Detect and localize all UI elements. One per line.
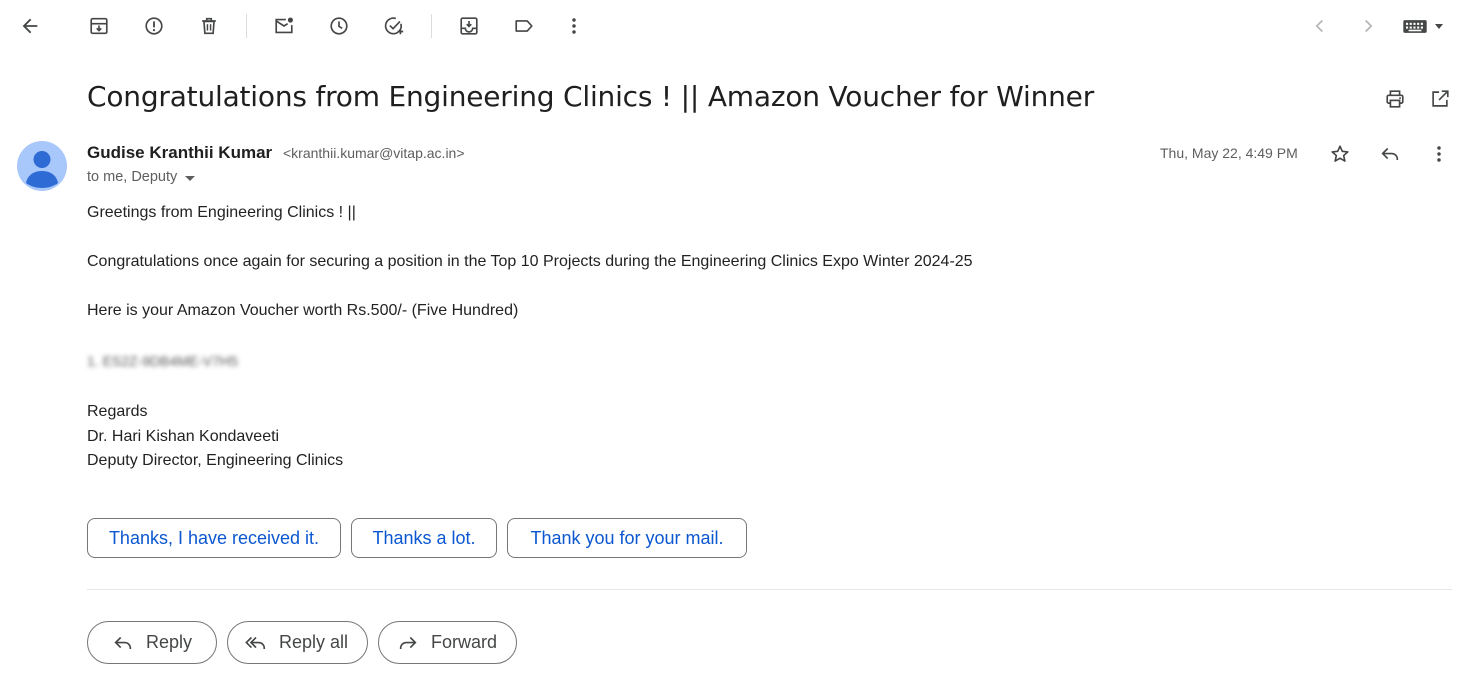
star-icon[interactable]	[1324, 138, 1356, 170]
more-vert-icon[interactable]	[1423, 138, 1455, 170]
forward-button[interactable]: Forward	[378, 621, 517, 664]
person-icon	[26, 151, 58, 188]
toolbar-divider	[246, 14, 247, 38]
chevron-left-icon[interactable]	[1304, 10, 1336, 42]
reply-icon	[114, 636, 132, 649]
chevron-down-icon	[185, 175, 196, 181]
archive-icon[interactable]	[83, 10, 115, 42]
smart-reply-3[interactable]: Thank you for your mail.	[507, 518, 747, 558]
recipients-dropdown[interactable]: to me, Deputy	[87, 169, 196, 185]
reply-label: Reply	[146, 632, 193, 652]
forward-label: Forward	[431, 632, 498, 652]
add-to-tasks-icon[interactable]	[378, 10, 410, 42]
more-vert-icon[interactable]	[558, 10, 590, 42]
body-regards: Regards	[87, 403, 148, 420]
sender-name[interactable]: Gudise Kranthii Kumar	[87, 143, 272, 163]
voucher-code: 1. ES2Z-9DB4ME-V7H5	[87, 353, 238, 369]
delete-icon[interactable]	[193, 10, 225, 42]
divider	[87, 589, 1452, 590]
avatar[interactable]	[17, 141, 67, 191]
forward-icon	[399, 636, 417, 649]
email-date: Thu, May 22, 4:49 PM	[1160, 145, 1298, 161]
keyboard-icon[interactable]	[1402, 14, 1448, 38]
label-icon[interactable]	[508, 10, 540, 42]
signature-name: Dr. Hari Kishan Kondaveeti	[87, 428, 280, 445]
body-congratulations: Congratulations once again for securing …	[87, 253, 973, 270]
chevron-down-icon	[1435, 23, 1443, 29]
reply-all-icon	[245, 636, 266, 649]
print-icon[interactable]	[1379, 83, 1411, 115]
smart-reply-2[interactable]: Thanks a lot.	[351, 518, 497, 558]
email-subject: Congratulations from Engineering Clinics…	[87, 80, 1095, 113]
smart-reply-1[interactable]: Thanks, I have received it.	[87, 518, 341, 558]
reply-all-button[interactable]: Reply all	[227, 621, 368, 664]
body-voucher-worth: Here is your Amazon Voucher worth Rs.500…	[87, 302, 519, 319]
reply-icon[interactable]	[1374, 138, 1406, 170]
open-new-window-icon[interactable]	[1424, 83, 1456, 115]
sender-email: <kranthii.kumar@vitap.ac.in>	[283, 145, 465, 161]
chevron-right-icon[interactable]	[1352, 10, 1384, 42]
recipients-label: to me, Deputy	[87, 169, 178, 185]
body-greeting: Greetings from Engineering Clinics ! ||	[87, 204, 356, 221]
toolbar-divider	[431, 14, 432, 38]
back-arrow-icon[interactable]	[14, 10, 46, 42]
reply-all-label: Reply all	[279, 632, 349, 652]
move-to-icon[interactable]	[453, 10, 485, 42]
reply-button[interactable]: Reply	[87, 621, 217, 664]
report-spam-icon[interactable]	[138, 10, 170, 42]
snooze-icon[interactable]	[323, 10, 355, 42]
mark-unread-icon[interactable]	[268, 10, 300, 42]
signature-title: Deputy Director, Engineering Clinics	[87, 452, 344, 469]
